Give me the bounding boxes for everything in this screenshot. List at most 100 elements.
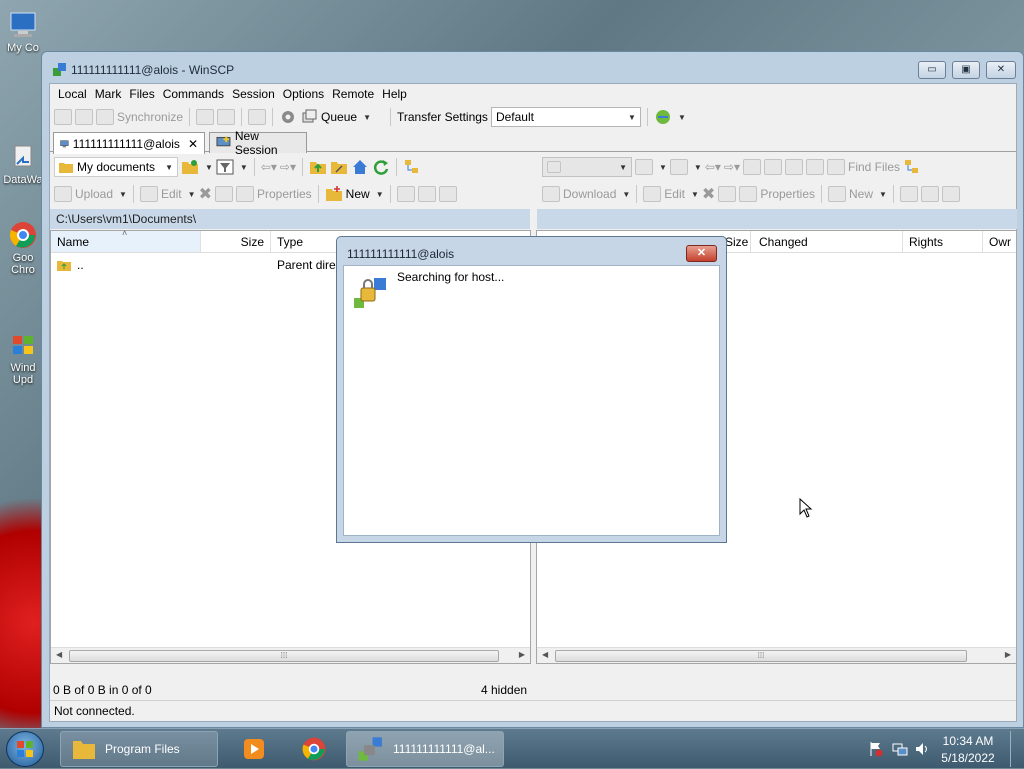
queue-button[interactable]: Queue [321, 110, 357, 124]
scroll-left-icon[interactable]: ◀ [542, 650, 548, 659]
menu-session[interactable]: Session [228, 87, 279, 101]
chevron-down-icon[interactable]: ▼ [240, 163, 248, 172]
desktop-icon-google-chrome[interactable]: Goo Chro [2, 220, 44, 276]
select-icon[interactable] [396, 186, 415, 202]
column-owner[interactable]: Owr [989, 235, 1011, 249]
scrollbar-thumb[interactable]: ⁞⁞⁞ [555, 650, 967, 662]
chevron-down-icon[interactable]: ▼ [188, 190, 196, 199]
scroll-right-icon[interactable]: ▶ [1005, 650, 1011, 659]
chevron-down-icon[interactable]: ▼ [879, 190, 887, 199]
volume-icon[interactable] [914, 741, 930, 757]
transfer-settings-dropdown[interactable]: Default ▼ [490, 107, 641, 127]
clock-time[interactable]: 10:34 AM [938, 734, 998, 748]
unselect-icon[interactable] [417, 186, 436, 202]
delete-icon[interactable]: ✖ [702, 184, 715, 204]
back-icon[interactable]: ⇦▾ [705, 160, 721, 174]
minimize-button[interactable]: ▭ [918, 61, 946, 79]
action-center-flag-icon[interactable] [868, 741, 884, 757]
parent-directory-icon[interactable] [309, 158, 327, 176]
remote-path-bar[interactable] [537, 209, 1017, 229]
remote-edit-button[interactable]: Edit [664, 187, 685, 201]
local-path-bar[interactable]: C:\Users\vm1\Documents\ [50, 209, 530, 229]
menu-commands[interactable]: Commands [159, 87, 228, 101]
select-icon[interactable] [899, 186, 918, 202]
transfer-preset-icon[interactable] [654, 108, 672, 126]
local-location-dropdown[interactable]: My documents ▼ [54, 157, 178, 177]
column-rights[interactable]: Rights [909, 235, 943, 249]
menu-local[interactable]: Local [54, 87, 91, 101]
gear-icon[interactable] [279, 108, 297, 126]
close-icon[interactable]: ✕ [188, 137, 198, 151]
properties-icon[interactable] [739, 186, 758, 202]
edit-icon[interactable] [643, 186, 662, 202]
open-folder-icon[interactable] [635, 159, 653, 175]
close-window-button[interactable]: ✕ [986, 61, 1016, 79]
desktop-icon-datawarehouse[interactable]: DataWa [2, 142, 44, 186]
dialog-close-button[interactable]: ✕ [686, 245, 717, 262]
network-icon[interactable] [892, 741, 908, 757]
local-new-button[interactable]: New [346, 187, 370, 201]
scroll-right-icon[interactable]: ▶ [519, 650, 525, 659]
rename-icon[interactable] [718, 186, 737, 202]
chevron-down-icon[interactable]: ▼ [363, 113, 371, 122]
download-icon[interactable] [542, 186, 560, 202]
unselect-icon[interactable] [920, 186, 939, 202]
taskbar-media-player[interactable] [224, 731, 284, 767]
find-files-icon[interactable] [827, 159, 845, 175]
chevron-down-icon[interactable]: ▼ [376, 190, 384, 199]
filter-icon[interactable] [216, 158, 234, 176]
forward-icon[interactable]: ⇨▾ [724, 160, 740, 174]
root-directory-icon[interactable] [764, 159, 782, 175]
menu-remote[interactable]: Remote [328, 87, 378, 101]
new-folder-icon[interactable] [325, 185, 343, 203]
scrollbar-thumb[interactable]: ⁞⁞⁞ [69, 650, 499, 662]
open-folder-icon[interactable] [181, 158, 199, 176]
console-icon[interactable] [196, 109, 215, 125]
compare-dirs-icon[interactable] [54, 109, 72, 125]
taskbar-chrome[interactable] [286, 731, 342, 767]
show-desktop-button[interactable] [1010, 731, 1024, 767]
chevron-down-icon[interactable]: ▼ [694, 163, 702, 172]
local-horizontal-scrollbar[interactable]: ◀ ⁞⁞⁞ ▶ [51, 647, 530, 663]
column-size[interactable]: Size [201, 231, 271, 252]
desktop-icon-windows-update[interactable]: Wind Upd [2, 330, 44, 386]
edit-icon[interactable] [139, 186, 158, 202]
putty-icon[interactable] [217, 109, 236, 125]
upload-icon[interactable] [54, 186, 72, 202]
remote-new-button[interactable]: New [849, 187, 873, 201]
remote-horizontal-scrollbar[interactable]: ◀ ⁞⁞⁞ ▶ [537, 647, 1016, 663]
desktop-icon-my-computer[interactable]: My Co [2, 10, 44, 54]
home-icon[interactable] [351, 158, 369, 176]
chevron-down-icon[interactable]: ▼ [119, 190, 127, 199]
taskbar-winscp[interactable]: 111111111111@al... [346, 731, 504, 767]
new-folder-icon[interactable] [828, 186, 847, 202]
refresh-icon[interactable] [806, 159, 824, 175]
clock-date[interactable]: 5/18/2022 [936, 751, 1000, 765]
taskbar-program-files[interactable]: Program Files [60, 731, 218, 767]
menu-help[interactable]: Help [378, 87, 411, 101]
remote-properties-button[interactable]: Properties [760, 187, 815, 201]
upload-button[interactable]: Upload [75, 187, 113, 201]
find-icon[interactable] [248, 109, 267, 125]
chevron-down-icon[interactable]: ▼ [678, 113, 686, 122]
chevron-down-icon[interactable]: ▼ [205, 163, 213, 172]
refresh-icon[interactable] [372, 158, 390, 176]
filter-icon[interactable] [669, 159, 688, 175]
window-titlebar[interactable]: 111111111111@alois - WinSCP ▭ ▣ ✕ [42, 52, 1023, 84]
remote-location-dropdown[interactable]: ▼ [542, 157, 632, 177]
tree-icon[interactable] [903, 158, 921, 176]
keep-up-to-date-icon[interactable] [75, 109, 93, 125]
properties-icon[interactable] [235, 186, 254, 202]
column-size-remote[interactable]: Size [725, 235, 748, 249]
home-icon[interactable] [785, 159, 803, 175]
parent-directory-icon[interactable] [743, 159, 761, 175]
start-button[interactable] [6, 731, 44, 767]
local-properties-button[interactable]: Properties [257, 187, 312, 201]
chevron-down-icon[interactable]: ▼ [659, 163, 667, 172]
maximize-button[interactable]: ▣ [952, 61, 980, 79]
menu-options[interactable]: Options [279, 87, 328, 101]
chevron-down-icon[interactable]: ▼ [691, 190, 699, 199]
menu-mark[interactable]: Mark [91, 87, 126, 101]
filter-select-icon[interactable] [438, 186, 457, 202]
menu-files[interactable]: Files [125, 87, 158, 101]
